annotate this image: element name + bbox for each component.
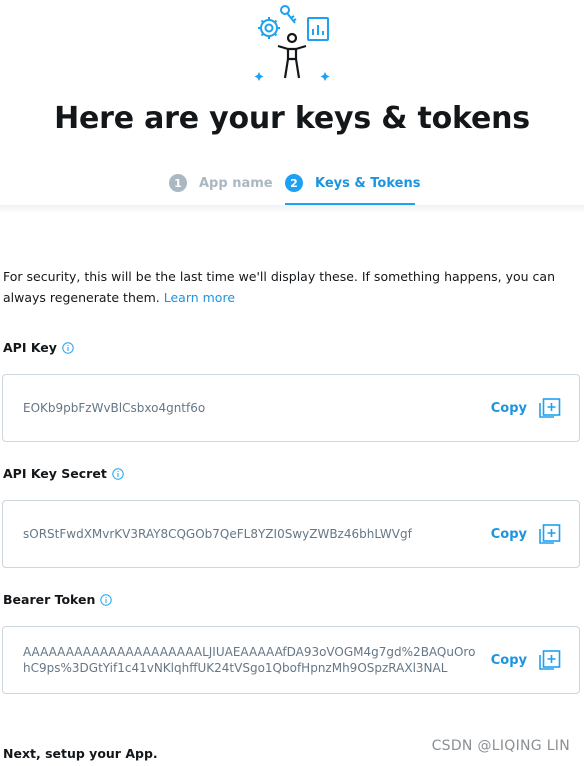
info-icon[interactable] [100,593,113,606]
page-title: Here are your keys & tokens [54,101,530,136]
api-key-label: API Key [3,340,74,355]
watermark: CSDN @LIQING LIN [431,738,570,754]
info-icon[interactable] [112,467,124,480]
api-key-secret-value[interactable]: sORStFwdXMvrKV3RAY8CQGOb7QeFL8YZI0SwyZWB… [23,501,478,567]
field-label-text: Bearer Token [3,592,96,607]
info-icon[interactable] [62,341,74,354]
copy-icon [539,650,561,670]
header-divider [0,205,584,213]
copy-icon [539,398,561,418]
step-number: 1 [169,174,187,192]
copy-api-key-button[interactable]: Copy [491,375,561,441]
bearer-token-value[interactable]: AAAAAAAAAAAAAAAAAAAAALJIUAEAAAAAfDA93oVO… [23,627,478,693]
setup-steps: 1 App name 2 Keys & Tokens [0,168,584,206]
step-label: App name [199,175,273,191]
field-label-text: API Key [3,340,57,355]
api-key-secret-label: API Key Secret [3,466,124,481]
security-notice: For security, this will be the last time… [3,266,583,308]
step-keys-tokens[interactable]: 2 Keys & Tokens [285,174,420,192]
bearer-token-label: Bearer Token [3,592,113,607]
step-label: Keys & Tokens [315,175,421,191]
api-key-box: EOKb9pbFzWvBlCsbxo4gntf6o Copy [2,374,580,442]
api-key-secret-box: sORStFwdXMvrKV3RAY8CQGOb7QeFL8YZI0SwyZWB… [2,500,580,568]
copy-bearer-token-button[interactable]: Copy [491,627,561,693]
api-key-value[interactable]: EOKb9pbFzWvBlCsbxo4gntf6o [23,375,478,441]
step-app-name[interactable]: 1 App name [169,174,273,192]
copy-label: Copy [490,400,527,416]
field-label-text: API Key Secret [3,466,107,481]
security-notice-text: For security, this will be the last time… [3,269,556,305]
copy-label: Copy [490,526,527,542]
developer-keys-illustration-icon [254,5,330,81]
step-number: 2 [285,174,303,192]
learn-more-link[interactable]: Learn more [164,290,235,305]
copy-api-key-secret-button[interactable]: Copy [491,501,561,567]
bearer-token-box: AAAAAAAAAAAAAAAAAAAAALJIUAEAAAAAfDA93oVO… [2,626,580,694]
copy-icon [539,524,561,544]
copy-label: Copy [490,652,527,668]
next-section-title: Next, setup your App. [3,746,158,761]
